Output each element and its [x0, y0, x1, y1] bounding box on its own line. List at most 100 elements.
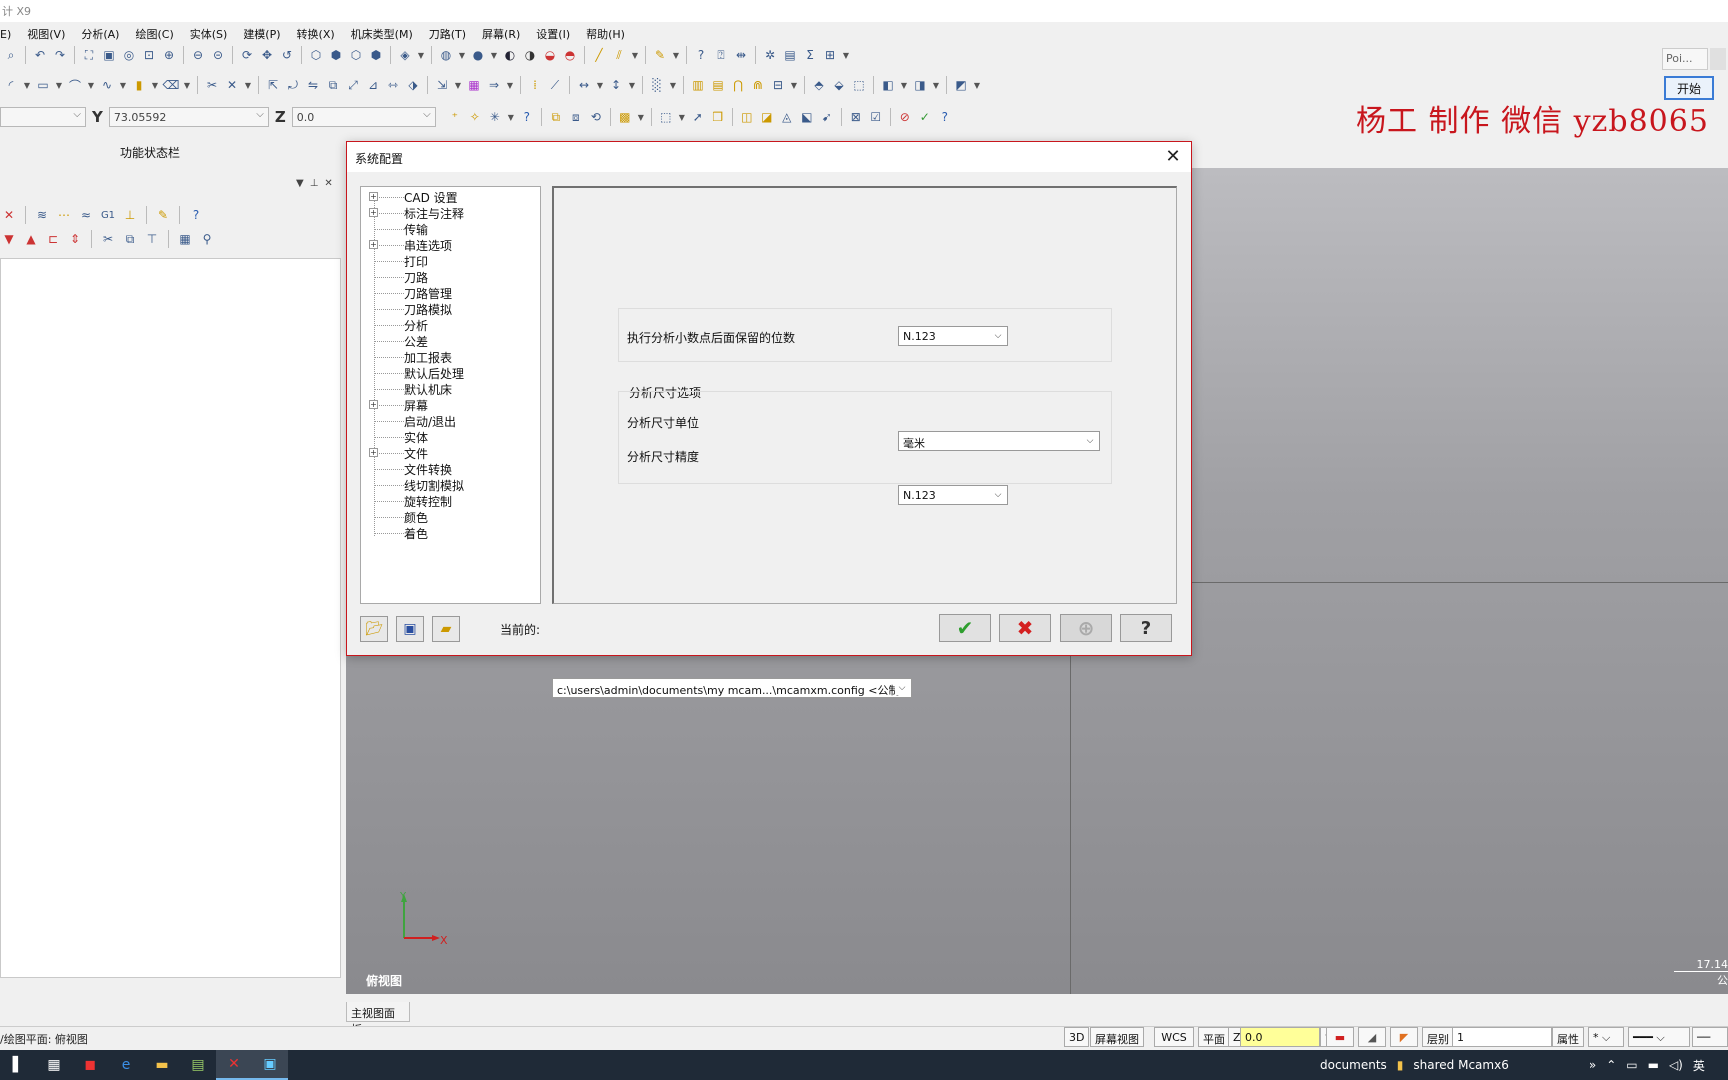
dynamic-xform-icon[interactable]: ⬗	[404, 76, 422, 94]
window-zoom-icon[interactable]: ▣	[100, 46, 118, 64]
tree-item[interactable]: 刀路模拟	[361, 301, 539, 317]
dropdown-arrow-icon[interactable]: ▼	[150, 76, 160, 94]
menu-item[interactable]: 帮助(H)	[578, 26, 633, 42]
tree-item[interactable]: 刀路管理	[361, 285, 539, 301]
analyze-entity-icon[interactable]: ⍰	[712, 46, 730, 64]
dropdown-arrow-icon[interactable]: ▼	[677, 108, 687, 126]
dropdown-arrow-icon[interactable]: ▼	[899, 76, 909, 94]
level-button[interactable]: 层别	[1422, 1027, 1454, 1047]
point-icon[interactable]: ⁞	[526, 76, 544, 94]
wcs-button[interactable]: WCS	[1154, 1027, 1194, 1047]
hidden-line-icon[interactable]: ◒	[541, 46, 559, 64]
expand-icon[interactable]: +	[369, 240, 378, 249]
select-feature-icon[interactable]: ➹	[818, 108, 836, 126]
surface-icon[interactable]: ▥	[689, 76, 707, 94]
tree-item[interactable]: 分析	[361, 317, 539, 333]
menu-item[interactable]: 实体(S)	[182, 26, 236, 42]
front-view-icon[interactable]: ⬡	[347, 46, 365, 64]
settings-icon[interactable]: ✲	[761, 46, 779, 64]
verify-op-icon[interactable]: ≈	[77, 206, 95, 224]
dropdown-arrow-icon[interactable]: ▼	[668, 76, 678, 94]
edit-op-icon[interactable]: ✎	[154, 206, 172, 224]
menu-item[interactable]: 分析(A)	[73, 26, 127, 42]
mastercam-icon[interactable]: ✕	[216, 1050, 252, 1080]
expand-icon[interactable]: +	[369, 400, 378, 409]
dropdown-arrow-icon[interactable]: ▼	[671, 46, 681, 64]
tree-item[interactable]: 启动/退出	[361, 413, 539, 429]
dropdown-arrow-icon[interactable]: ▼	[627, 76, 637, 94]
dropdown-arrow-icon[interactable]: ▼	[841, 46, 851, 64]
move-insert-icon[interactable]: ⊏	[44, 230, 62, 248]
close-icon[interactable]: ✕	[324, 178, 332, 194]
menu-item[interactable]: 转换(X)	[289, 26, 343, 42]
select-mask-icon[interactable]: ▩	[616, 108, 634, 126]
app-red-icon[interactable]: ◼	[72, 1050, 108, 1080]
dropdown-arrow-icon[interactable]: ▼	[595, 76, 605, 94]
menu-item[interactable]: 刀路(T)	[421, 26, 474, 42]
tree-item[interactable]: 实体	[361, 429, 539, 445]
tree-item[interactable]: + 标注与注释	[361, 205, 539, 221]
extrude-surface-icon[interactable]: ⊟	[769, 76, 787, 94]
dropdown-arrow-icon[interactable]: ▼	[489, 46, 499, 64]
wrap-icon[interactable]: ⇒	[485, 76, 503, 94]
grid-icon[interactable]: ⊞	[821, 46, 839, 64]
stop-icon[interactable]: ⊘	[896, 108, 914, 126]
dropdown-arrow-icon[interactable]: ▼	[630, 46, 640, 64]
stretch-icon[interactable]: ⇿	[384, 76, 402, 94]
rotate-xform-icon[interactable]: ⤾	[284, 76, 302, 94]
sphere-icon[interactable]: ●	[469, 46, 487, 64]
dimension-h-icon[interactable]: ↔	[575, 76, 593, 94]
save-config-button[interactable]: ▣	[396, 616, 424, 642]
battery-icon[interactable]: ▭	[1626, 1058, 1637, 1072]
dim-unit-select[interactable]: 毫米 ⌵	[898, 431, 1100, 451]
plane-button[interactable]: 平面	[1198, 1027, 1230, 1047]
dropdown-arrow-icon[interactable]: ▼	[86, 76, 96, 94]
start-menu-icon[interactable]: ▌	[0, 1050, 36, 1080]
autocursor-icon[interactable]: ✧	[466, 108, 484, 126]
toggle-display-icon[interactable]: ⧉	[121, 230, 139, 248]
move-down-icon[interactable]: ▼	[0, 230, 18, 248]
dropdown-arrow-icon[interactable]: ▼	[931, 76, 941, 94]
cylinder-icon[interactable]: ▮	[130, 76, 148, 94]
g1-icon[interactable]: G1	[99, 206, 117, 224]
panel-menu-icon[interactable]: ▼	[296, 178, 304, 194]
z-coordinate-field[interactable]: 0.0	[291, 107, 436, 127]
pan-icon[interactable]: ✥	[258, 46, 276, 64]
select-window-icon[interactable]: ⧈	[567, 108, 585, 126]
scale-icon[interactable]: ⤢	[344, 76, 362, 94]
translucent-icon[interactable]: ◓	[561, 46, 579, 64]
fit-icon[interactable]: ⛶	[80, 46, 98, 64]
zoom-out-icon[interactable]: ⊝	[209, 46, 227, 64]
point-style-dropdown[interactable]: * ⌵	[1588, 1027, 1624, 1047]
folder-icon[interactable]: ▬	[144, 1050, 180, 1080]
y-coordinate-field[interactable]: 73.05592	[108, 107, 269, 127]
tree-item[interactable]: + 文件	[361, 445, 539, 461]
offset-icon[interactable]: ⧉	[324, 76, 342, 94]
snap-icon[interactable]: ⁺	[446, 108, 464, 126]
shading-icon[interactable]: ◐	[501, 46, 519, 64]
measure-icon[interactable]: ⫽	[610, 46, 628, 64]
filter-icon[interactable]: ⚲	[198, 230, 216, 248]
tree-item[interactable]: 着色	[361, 525, 539, 541]
solid-revolve-icon[interactable]: ⬙	[830, 76, 848, 94]
group-icon[interactable]: ▦	[176, 230, 194, 248]
solid-extrude-icon[interactable]: ⬘	[810, 76, 828, 94]
delete-op-icon[interactable]: ✕	[0, 206, 18, 224]
zoom-target-icon[interactable]: ◎	[120, 46, 138, 64]
solid-shell-icon[interactable]: ◩	[952, 76, 970, 94]
solid-color-icon[interactable]: ◤	[1390, 1027, 1418, 1047]
menu-item[interactable]: 绘图(C)	[127, 26, 181, 42]
expand-icon[interactable]: +	[369, 448, 378, 457]
analyze-distance-icon[interactable]: ⇹	[732, 46, 750, 64]
expand-icon[interactable]: ⇕	[66, 230, 84, 248]
wire-shade-icon[interactable]: ◑	[521, 46, 539, 64]
fillet-icon[interactable]: ⌒	[66, 76, 84, 94]
pin-icon[interactable]: ⊥	[310, 178, 319, 194]
iso-view-icon[interactable]: ⬡	[307, 46, 325, 64]
break-icon[interactable]: ✕	[223, 76, 241, 94]
close-icon[interactable]: ✕	[1161, 146, 1185, 168]
select-body-icon[interactable]: ◫	[738, 108, 756, 126]
dropdown-arrow-icon[interactable]: ▼	[636, 108, 646, 126]
attributes-button[interactable]: 属性	[1552, 1027, 1584, 1047]
eraser-icon[interactable]: ⌫	[162, 76, 180, 94]
